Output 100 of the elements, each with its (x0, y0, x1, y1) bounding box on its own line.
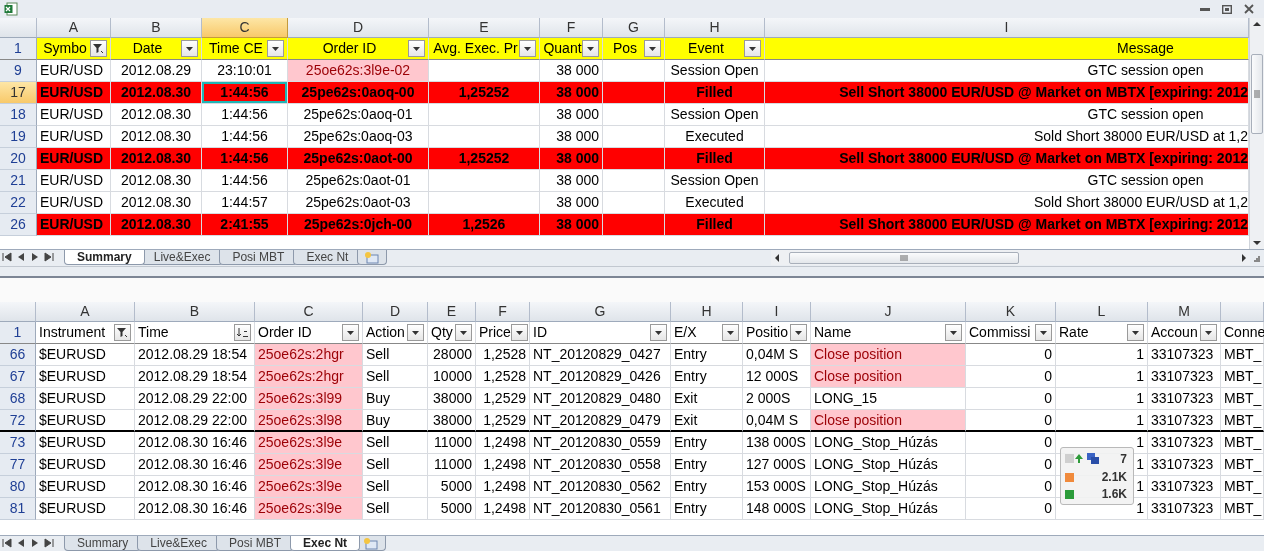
column-header[interactable]: A (36, 302, 135, 322)
scroll-thumb[interactable] (1251, 54, 1263, 134)
sheet-tab[interactable]: Summary (64, 250, 145, 265)
table-cell: NT_20120829_0479 (530, 410, 671, 432)
column-header[interactable]: K (966, 302, 1056, 322)
row-number[interactable]: 1 (0, 322, 36, 344)
column-heading: Avg. Exec. Pr (432, 39, 519, 58)
filter-button[interactable] (1200, 324, 1217, 341)
row-number[interactable]: 77 (0, 454, 36, 476)
table-cell: NT_20120830_0558 (530, 454, 671, 476)
table-cell-text: Sell Short 38000 EUR/USD @ Market on MBTX [expiring: 2012 (839, 149, 1248, 168)
column-header[interactable]: J (811, 302, 966, 322)
caret-icon (347, 330, 354, 335)
arrow-icon (1065, 454, 1083, 463)
filter-button[interactable] (407, 324, 424, 341)
filter-button[interactable] (114, 324, 131, 341)
row-number[interactable]: 66 (0, 344, 36, 366)
filter-button[interactable] (1035, 324, 1052, 341)
filter-button[interactable] (945, 324, 962, 341)
row-number[interactable]: 18 (0, 104, 37, 126)
column-header[interactable]: E (429, 18, 540, 38)
column-header[interactable]: B (111, 18, 202, 38)
vertical-scrollbar[interactable] (1249, 18, 1264, 249)
table-cell: MBT_ (1221, 388, 1264, 410)
table-cell: Buy (363, 410, 428, 432)
column-header[interactable]: B (135, 302, 255, 322)
row-number[interactable]: 9 (0, 60, 37, 82)
tab-nav-button[interactable] (42, 250, 56, 264)
horizontal-scrollbar[interactable] (771, 250, 1250, 265)
row-number[interactable]: 22 (0, 192, 37, 214)
table-cell: MBT_ (1221, 498, 1264, 520)
table-cell: 25pe62s:0aot-00 (288, 148, 429, 170)
column-header[interactable]: I (743, 302, 811, 322)
table-cell: 2012.08.30 (111, 104, 202, 126)
column-header[interactable]: M (1148, 302, 1221, 322)
row-number[interactable]: 20 (0, 148, 37, 170)
column-header[interactable]: F (476, 302, 530, 322)
filter-button[interactable] (455, 324, 472, 341)
row-number[interactable]: 81 (0, 498, 36, 520)
table-cell: 25oe62s:3l9e-02 (288, 60, 429, 82)
table-cell: Filled (665, 148, 765, 170)
column-header[interactable]: D (288, 18, 429, 38)
column-heading: Order ID (258, 323, 313, 342)
table-cell: Close position (811, 410, 966, 432)
caret-icon (727, 330, 734, 335)
column-header[interactable]: H (671, 302, 743, 322)
column-header[interactable]: C (255, 302, 363, 322)
table-cell: 25pe62s:0aoq-00 (288, 82, 429, 104)
tab-nav-button[interactable] (0, 250, 14, 264)
column-header[interactable]: G (603, 18, 665, 38)
column-header[interactable]: E (428, 302, 476, 322)
filter-button[interactable] (650, 324, 667, 341)
row-number[interactable]: 1 (0, 38, 37, 60)
row-number[interactable]: 72 (0, 410, 36, 432)
filter-button[interactable] (342, 324, 359, 341)
row-number[interactable]: 68 (0, 388, 36, 410)
table-cell: Filled (665, 82, 765, 104)
column-header[interactable]: G (530, 302, 671, 322)
table-cell: 33107323 (1148, 366, 1221, 388)
resize-grip-icon (1254, 256, 1260, 262)
filter-button[interactable] (519, 40, 536, 57)
table-cell: 25oe62s:2hgr (255, 366, 363, 388)
filter-button[interactable] (408, 40, 425, 57)
filter-button[interactable] (510, 324, 528, 341)
tab-nav-button[interactable] (0, 536, 14, 550)
row-number[interactable]: 19 (0, 126, 37, 148)
column-header[interactable]: A (37, 18, 111, 38)
tab-nav-button[interactable] (42, 536, 56, 550)
table-cell: EUR/USD (37, 104, 111, 126)
filter-button[interactable] (744, 40, 761, 57)
table-cell-text: Sell Short 38000 EUR/USD @ Market on MBTX [expiring: 2012 (839, 215, 1248, 234)
row-number[interactable]: 67 (0, 366, 36, 388)
column-header[interactable]: I (765, 18, 1249, 38)
sheet-tab[interactable]: Exec Nt (290, 536, 361, 551)
column-header[interactable]: D (363, 302, 428, 322)
column-header[interactable]: L (1056, 302, 1148, 322)
column-heading: E/X (674, 323, 698, 342)
table-cell: 28000 (428, 344, 476, 366)
scroll-thumb[interactable] (789, 251, 1020, 264)
filter-button[interactable] (790, 324, 807, 341)
row-number[interactable]: 17 (0, 82, 37, 104)
table-cell: 25oe62s:3l9e (255, 454, 363, 476)
row-number[interactable]: 26 (0, 214, 37, 236)
filter-button[interactable] (582, 40, 599, 57)
filter-button[interactable] (234, 324, 251, 341)
filter-button[interactable] (722, 324, 739, 341)
filter-button[interactable] (181, 40, 198, 57)
filter-button[interactable] (644, 40, 661, 57)
row-number[interactable]: 21 (0, 170, 37, 192)
row-number[interactable]: 73 (0, 432, 36, 454)
filter-button[interactable] (90, 40, 107, 57)
table-cell: 25oe62s:3l9e (255, 432, 363, 454)
filter-button[interactable] (267, 40, 284, 57)
row-number[interactable]: 80 (0, 476, 36, 498)
caret-icon (587, 46, 594, 51)
filter-button[interactable] (1127, 324, 1144, 341)
column-header[interactable]: H (665, 18, 765, 38)
table-cell: 10000 (428, 366, 476, 388)
column-header[interactable]: C (202, 18, 288, 38)
column-header[interactable]: F (540, 18, 603, 38)
